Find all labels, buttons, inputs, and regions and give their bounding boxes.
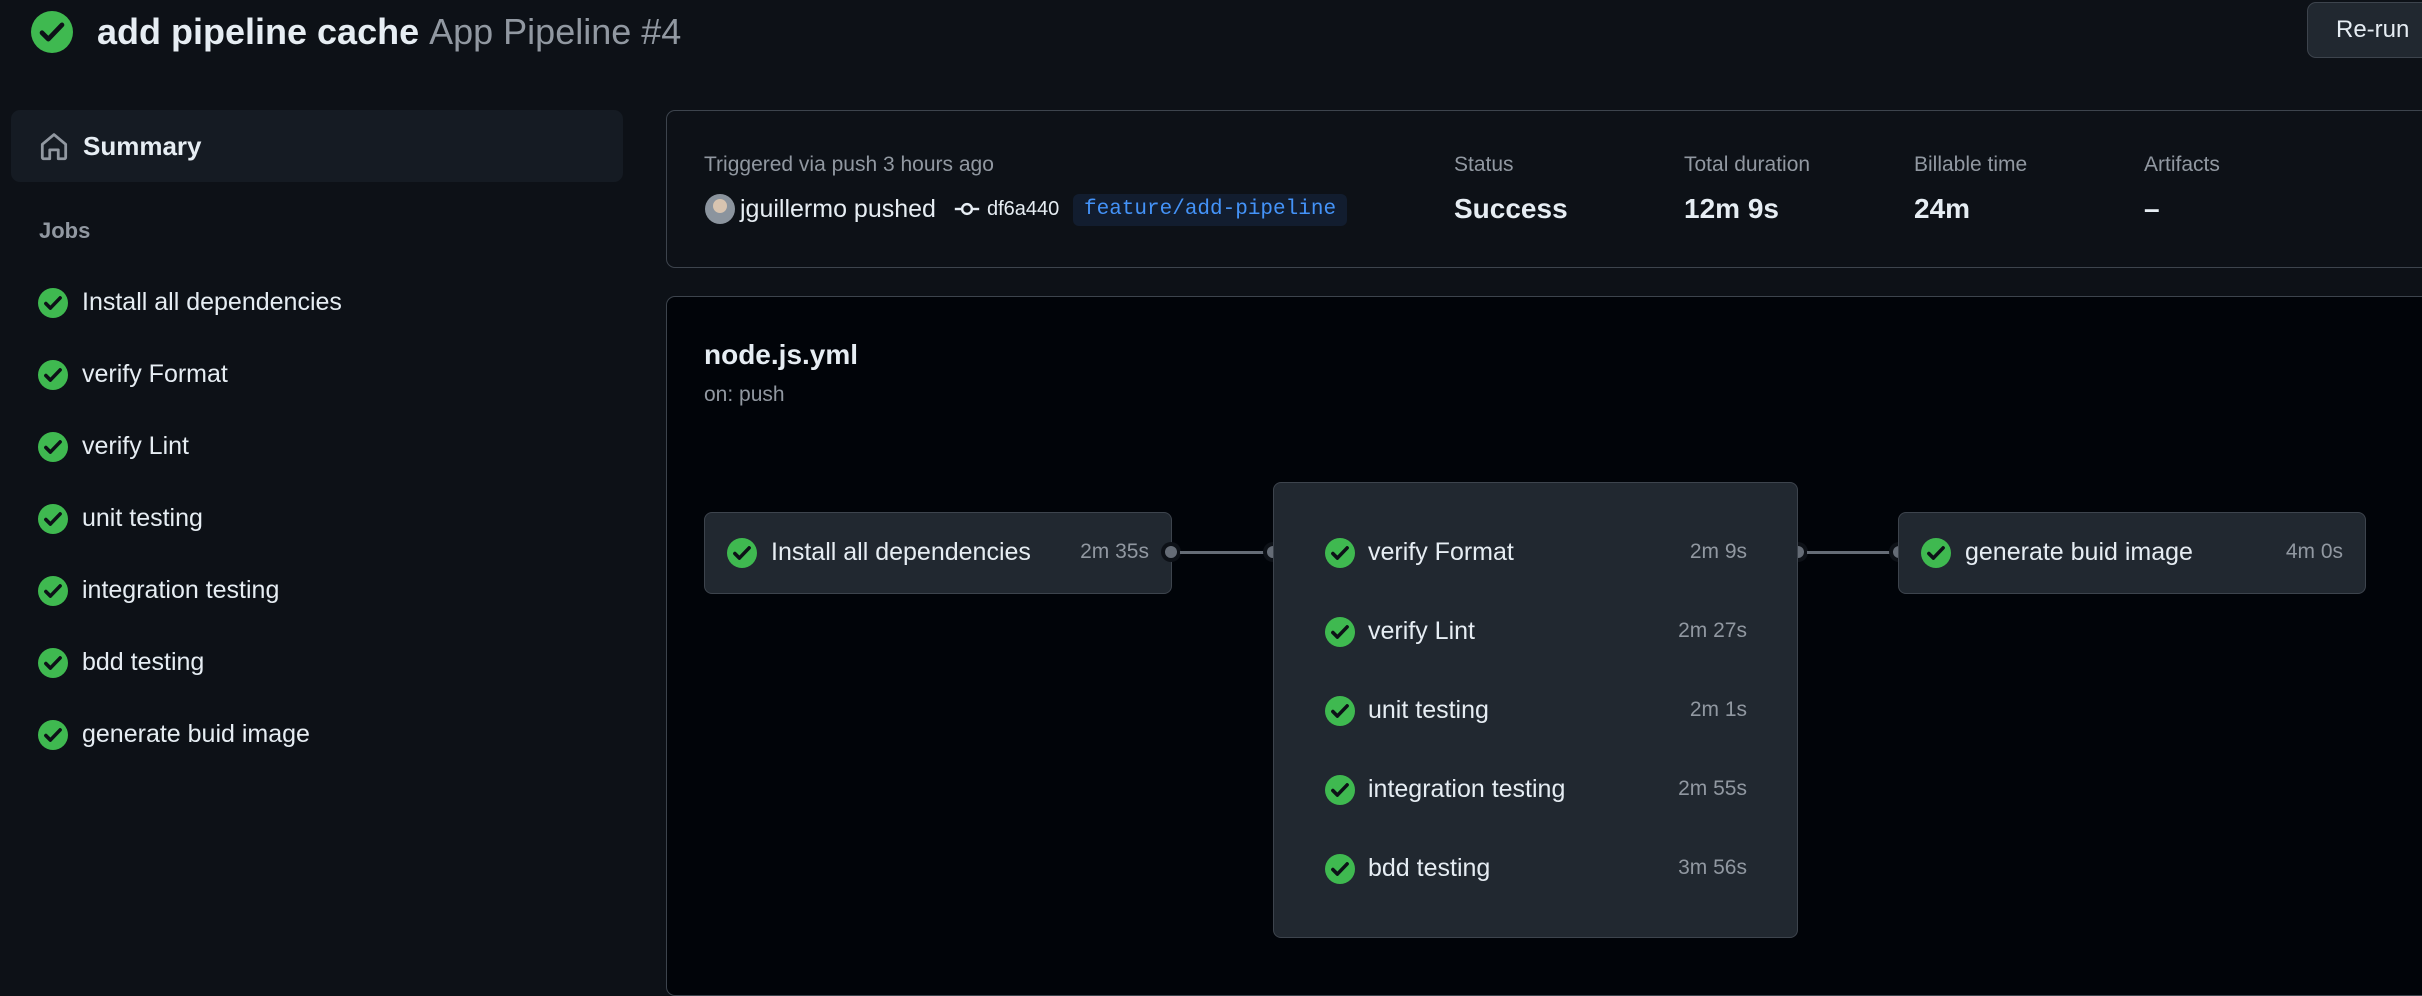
duration-label: Total duration	[1684, 153, 1811, 176]
check-circle-icon	[1325, 538, 1355, 568]
sidebar-job-bdd-testing[interactable]: bdd testing	[30, 635, 620, 691]
billable-value: 24m	[1914, 193, 1971, 224]
job-duration: 2m 27s	[1678, 619, 1747, 642]
graph-job-verify-format[interactable]: verify Format 2m 9s	[1274, 513, 1797, 593]
run-summary-card: Triggered via push 3 hours ago jguillerm…	[666, 110, 2422, 268]
sidebar-job-integration-testing[interactable]: integration testing	[30, 563, 620, 619]
graph-job-install[interactable]: Install all dependencies 2m 35s	[704, 512, 1172, 594]
check-circle-icon	[38, 432, 68, 462]
job-name: integration testing	[1368, 775, 1566, 803]
run-title: add pipeline cache	[97, 11, 420, 52]
actor-link[interactable]: jguillermo pushed	[740, 192, 936, 226]
job-duration: 4m 0s	[2285, 540, 2343, 563]
sidebar-job-label: Install all dependencies	[82, 288, 342, 316]
sidebar-summary-item[interactable]: Summary	[11, 110, 623, 182]
billable-label: Billable time	[1914, 153, 2028, 176]
sidebar-job-label: unit testing	[82, 504, 203, 532]
avatar[interactable]	[705, 194, 735, 224]
check-circle-icon	[38, 576, 68, 606]
check-circle-icon	[38, 360, 68, 390]
graph-job-group: verify Format 2m 9s verify Lint 2m 27s u…	[1273, 482, 1798, 938]
workflow-run-label: App Pipeline #4	[429, 11, 682, 52]
sidebar-job-label: integration testing	[82, 576, 280, 604]
rerun-button[interactable]: Re-run	[2307, 2, 2422, 58]
sidebar-job-generate-image[interactable]: generate buid image	[30, 707, 620, 763]
sidebar-job-verify-lint[interactable]: verify Lint	[30, 419, 620, 475]
artifacts-value: –	[2144, 193, 2160, 224]
check-circle-icon	[1325, 696, 1355, 726]
graph-job-verify-lint[interactable]: verify Lint 2m 27s	[1274, 592, 1797, 672]
page-title: add pipeline cache App Pipeline #4	[97, 10, 681, 54]
job-duration: 2m 9s	[1689, 540, 1747, 563]
git-commit-icon	[954, 202, 980, 216]
sidebar-job-label: bdd testing	[82, 648, 205, 676]
connector-dot	[1161, 542, 1181, 562]
workflow-trigger: on: push	[704, 383, 785, 406]
job-name: bdd testing	[1368, 854, 1491, 882]
sidebar-job-install[interactable]: Install all dependencies	[30, 275, 620, 331]
check-circle-icon	[1921, 538, 1951, 568]
check-circle-icon	[38, 504, 68, 534]
status-value: Success	[1454, 193, 1568, 224]
duration-value[interactable]: 12m 9s	[1684, 191, 1779, 227]
home-icon	[40, 133, 68, 161]
graph-job-bdd-testing[interactable]: bdd testing 3m 56s	[1274, 829, 1797, 909]
check-circle-icon	[1325, 617, 1355, 647]
run-success-icon	[31, 11, 73, 53]
job-duration: 2m 55s	[1678, 777, 1747, 800]
sidebar-job-unit-testing[interactable]: unit testing	[30, 491, 620, 547]
workflow-file-name[interactable]: node.js.yml	[704, 337, 858, 373]
job-duration: 3m 56s	[1678, 856, 1747, 879]
jobs-heading: Jobs	[39, 218, 91, 243]
job-duration: 2m 35s	[1080, 540, 1149, 563]
check-circle-icon	[38, 288, 68, 318]
check-circle-icon	[727, 538, 757, 568]
job-name: Install all dependencies	[771, 538, 1031, 566]
check-circle-icon	[1325, 775, 1355, 805]
job-name: verify Format	[1368, 538, 1514, 566]
artifacts-label: Artifacts	[2144, 153, 2220, 176]
graph-job-unit-testing[interactable]: unit testing 2m 1s	[1274, 671, 1797, 751]
check-circle-icon	[38, 648, 68, 678]
status-label: Status	[1454, 153, 1514, 176]
check-circle-icon	[38, 720, 68, 750]
branch-label[interactable]: feature/add-pipeline	[1073, 194, 1348, 226]
sidebar-job-verify-format[interactable]: verify Format	[30, 347, 620, 403]
graph-job-generate-image[interactable]: generate buid image 4m 0s	[1898, 512, 2366, 594]
job-duration: 2m 1s	[1689, 698, 1747, 721]
sidebar-summary-label: Summary	[83, 131, 202, 161]
sidebar-job-label: verify Format	[82, 360, 228, 388]
connector-line	[1180, 551, 1264, 554]
job-name: verify Lint	[1368, 617, 1475, 645]
connector-line	[1807, 551, 1891, 554]
job-name: generate buid image	[1965, 538, 2193, 566]
commit-sha-link[interactable]: df6a440	[987, 195, 1059, 223]
graph-job-integration-testing[interactable]: integration testing 2m 55s	[1274, 750, 1797, 830]
sidebar-job-label: verify Lint	[82, 432, 189, 460]
check-circle-icon	[1325, 854, 1355, 884]
trigger-text: Triggered via push 3 hours ago	[704, 153, 994, 176]
job-name: unit testing	[1368, 696, 1489, 724]
sidebar-job-label: generate buid image	[82, 720, 310, 748]
